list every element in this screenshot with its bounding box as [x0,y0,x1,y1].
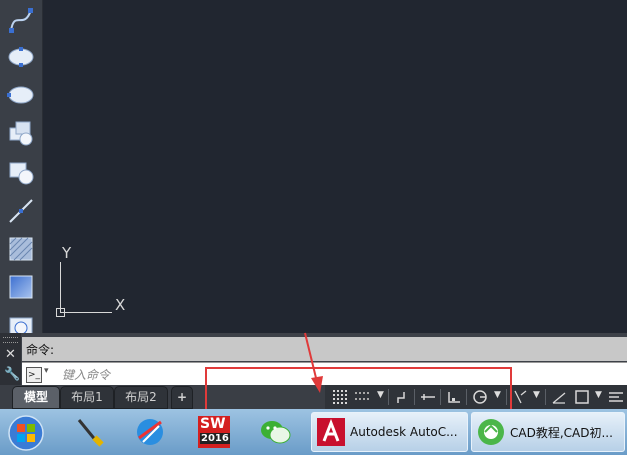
ucs-x-label: X [115,296,126,314]
gradient-icon [9,275,33,299]
add-layout-button[interactable]: + [171,386,193,409]
chevron-down-icon[interactable]: ▼ [595,390,602,400]
divider [545,389,546,405]
insert-block-tool-button[interactable] [4,116,38,150]
wechat-icon[interactable] [257,415,293,449]
customize-menu-icon[interactable] [607,388,625,406]
hatch-tool-button[interactable] [4,232,38,266]
spline-icon [9,8,33,33]
ucs-x-axis [60,312,112,313]
command-placeholder: 键入命令 [62,368,111,382]
ellipse-arc-icon [7,86,34,104]
terminal-icon[interactable]: >_ [26,367,42,383]
command-label: 命令: [26,343,55,357]
dynamic-ucs-icon[interactable] [511,388,529,406]
grip-handle[interactable] [3,337,18,343]
create-block-icon [9,162,34,185]
windows-start-button[interactable] [6,413,46,453]
tab-layout1[interactable]: 布局1 [60,386,114,409]
ellipse-arc-tool-button[interactable] [4,78,38,112]
hatch-icon [9,237,33,261]
draw-toolbar [0,0,43,338]
taskbar-browser-label: CAD教程,CAD初... [510,425,613,440]
transparency-icon[interactable] [573,388,591,406]
drawing-canvas[interactable]: Y X [43,0,627,333]
ucs-y-label: Y [62,244,72,262]
insert-block-icon [9,121,33,146]
create-block-tool-button[interactable] [4,155,38,189]
command-line-grip[interactable]: ✕ 🔧 [0,333,21,385]
ucs-origin-box [56,308,65,317]
solidworks-badge: SW [200,416,226,432]
ucs-y-axis [60,262,61,313]
tab-layout2[interactable]: 布局2 [114,386,168,409]
line-icon [9,199,33,223]
tab-model[interactable]: 模型 [12,386,60,409]
taskbar-browser-button[interactable]: CAD教程,CAD初... [471,412,625,452]
close-icon[interactable]: ✕ [5,347,16,362]
chevron-down-icon[interactable]: ▾ [44,366,49,376]
autocad-icon [317,418,345,446]
solidworks-year: 2016 [200,433,230,444]
taskbar-autocad-button[interactable]: Autodesk AutoC... [311,412,468,452]
ellipse-tool-button[interactable] [4,40,38,74]
ellipse-icon [8,47,34,67]
line-tool-button[interactable] [4,194,38,228]
spline-tool-button[interactable] [4,3,38,37]
lineweight-icon[interactable] [550,388,568,406]
cad-tool-icon[interactable] [72,415,108,449]
taskbar: SW 2016 Autodesk AutoC... CAD教程,CAD初... [0,409,627,455]
solidworks-icon[interactable]: SW 2016 [196,415,232,449]
taskbar-autocad-label: Autodesk AutoC... [350,425,458,439]
browser-icon [478,419,504,445]
gradient-tool-button[interactable] [4,270,38,304]
chevron-down-icon[interactable]: ▼ [533,390,540,400]
windows-logo-icon [8,415,44,451]
command-history: 命令: [22,337,627,361]
catia-app-icon[interactable] [132,415,168,449]
wrench-icon[interactable]: 🔧 [4,367,20,382]
